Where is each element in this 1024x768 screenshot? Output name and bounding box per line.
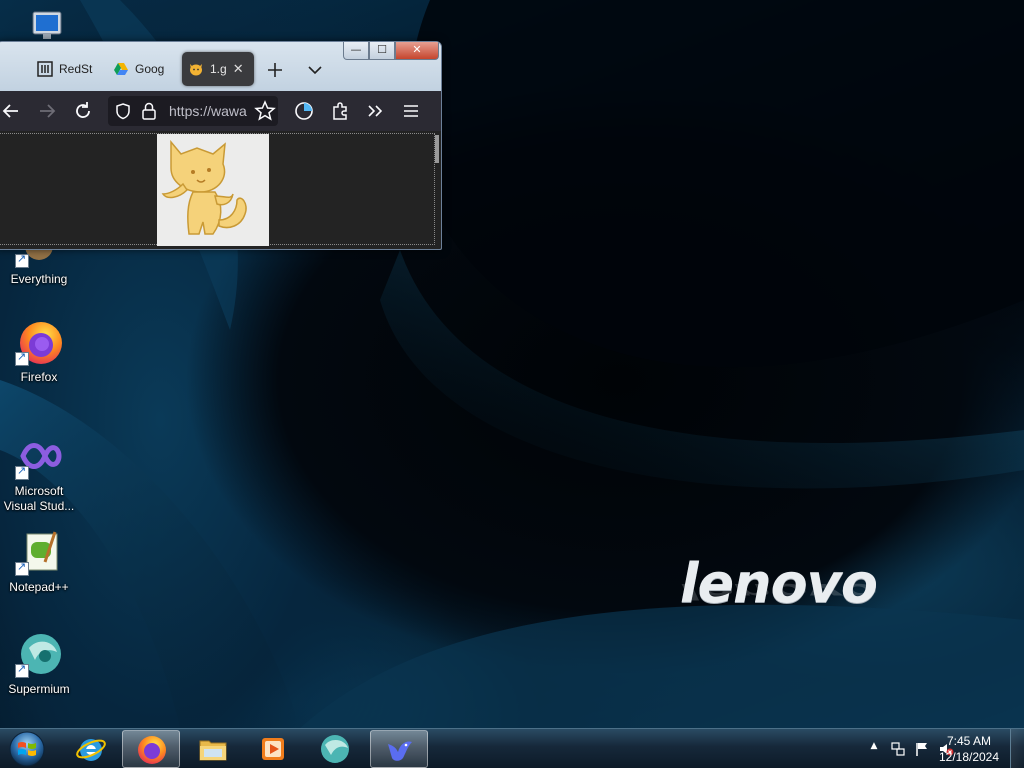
clock[interactable]: 7:45 AM 12/18/2024	[934, 733, 1004, 765]
desktop-icon-firefox[interactable]: Firefox	[0, 318, 78, 385]
lenovo-logo-reflection: lenovo	[680, 578, 877, 604]
folder-icon	[199, 740, 227, 761]
double-chevron-right-icon	[368, 105, 383, 117]
firefox-icon	[138, 736, 166, 764]
redstone-icon	[37, 61, 53, 77]
puzzle-piece-icon	[333, 102, 347, 120]
back-button[interactable]	[0, 99, 23, 123]
reload-icon	[76, 102, 90, 118]
shortcut-arrow-icon	[15, 662, 29, 678]
window-controls: — ☐ ✕	[343, 42, 439, 60]
star-icon	[254, 100, 276, 121]
tab-label: 1.g	[210, 62, 227, 76]
tab-google-drive[interactable]: Goog	[107, 52, 169, 86]
firefox-window[interactable]: RedSt Goog 1.g ✕ — ☐ ✕ https://wawa	[0, 41, 442, 250]
shield-icon[interactable]	[114, 102, 132, 120]
system-tray: ▲ 7:45 AM 12/18/2024	[824, 729, 1024, 768]
forward-button[interactable]	[35, 99, 59, 123]
tab-label: Goog	[135, 62, 165, 76]
desktop-icon-notepad-plus-plus[interactable]: Notepad++	[0, 528, 78, 595]
cat-drawing	[161, 139, 247, 235]
desktop-icon-label: Supermium	[8, 682, 70, 696]
taskbar-internet-explorer[interactable]	[62, 730, 120, 768]
arrow-left-icon	[2, 104, 18, 118]
sync-account-icon	[295, 102, 313, 120]
firefox-icon	[15, 318, 63, 366]
clock-date: 12/18/2024	[938, 750, 1000, 764]
action-center-flag-icon[interactable]	[914, 741, 930, 757]
desktop-icon-supermium[interactable]: Supermium	[0, 630, 78, 697]
navigation-toolbar: https://wawa	[0, 91, 441, 131]
taskbar-file-explorer[interactable]	[184, 730, 242, 768]
taskbar: ▲ 7:45 AM 12/18/2024	[0, 728, 1024, 768]
new-tab-button[interactable]	[263, 58, 287, 82]
windows-start-orb-icon	[9, 731, 45, 767]
scrollbar-thumb[interactable]	[435, 135, 439, 163]
cat-emoji-icon	[190, 64, 202, 76]
arrow-right-icon	[40, 104, 56, 118]
maximize-button[interactable]: ☐	[369, 42, 395, 60]
reload-button[interactable]	[71, 99, 95, 123]
desktop-icon-visual-studio[interactable]: Microsoft Visual Stud...	[0, 432, 78, 514]
account-button[interactable]	[292, 99, 316, 123]
tab-redstone[interactable]: RedSt	[31, 52, 97, 86]
minimize-button[interactable]: —	[343, 42, 369, 60]
shortcut-arrow-icon	[15, 252, 29, 268]
show-desktop-button[interactable]	[1010, 729, 1024, 768]
cat-drawing-image[interactable]	[157, 134, 269, 246]
supermium-icon	[321, 735, 349, 763]
desktop-icon-label: Microsoft Visual Stud...	[3, 484, 75, 513]
supermium-icon	[15, 630, 63, 678]
show-hidden-icons-button[interactable]: ▲	[866, 741, 882, 757]
shortcut-arrow-icon	[15, 560, 29, 576]
shortcut-arrow-icon	[15, 464, 29, 480]
bookmark-button[interactable]	[253, 99, 277, 123]
google-drive-icon	[114, 63, 128, 75]
shortcut-arrow-icon	[15, 350, 29, 366]
desktop-icon-label: Notepad++	[9, 580, 69, 594]
close-button[interactable]: ✕	[395, 42, 439, 60]
notepad-plus-plus-icon	[15, 528, 63, 576]
tab-label: RedSt	[59, 62, 93, 76]
extensions-button[interactable]	[328, 99, 352, 123]
network-icon[interactable]	[890, 741, 906, 757]
start-button[interactable]	[7, 730, 47, 768]
tab-strip: RedSt Goog 1.g ✕ — ☐ ✕	[0, 42, 441, 91]
overflow-menu-button[interactable]	[363, 99, 387, 123]
app-menu-button[interactable]	[399, 99, 423, 123]
page-content	[0, 131, 441, 249]
media-player-icon	[262, 738, 284, 760]
taskbar-bird-app[interactable]	[370, 730, 428, 768]
clock-time: 7:45 AM	[946, 734, 992, 748]
list-all-tabs-button[interactable]	[303, 58, 327, 82]
hamburger-menu-icon	[404, 105, 418, 117]
taskbar-supermium[interactable]	[306, 730, 364, 768]
desktop-icon-label: Firefox	[20, 370, 58, 384]
bird-icon	[388, 741, 412, 761]
internet-explorer-icon	[76, 739, 106, 761]
desktop-icon-label: Everything	[10, 272, 68, 286]
tab-active-image[interactable]: 1.g ✕	[182, 52, 254, 86]
tab-close-icon[interactable]: ✕	[233, 61, 244, 77]
visual-studio-icon	[15, 432, 63, 480]
plus-icon	[268, 63, 282, 77]
lock-icon[interactable]	[140, 101, 158, 121]
taskbar-firefox[interactable]	[122, 730, 180, 768]
taskbar-media-player[interactable]	[244, 730, 302, 768]
chevron-down-icon	[308, 66, 322, 75]
